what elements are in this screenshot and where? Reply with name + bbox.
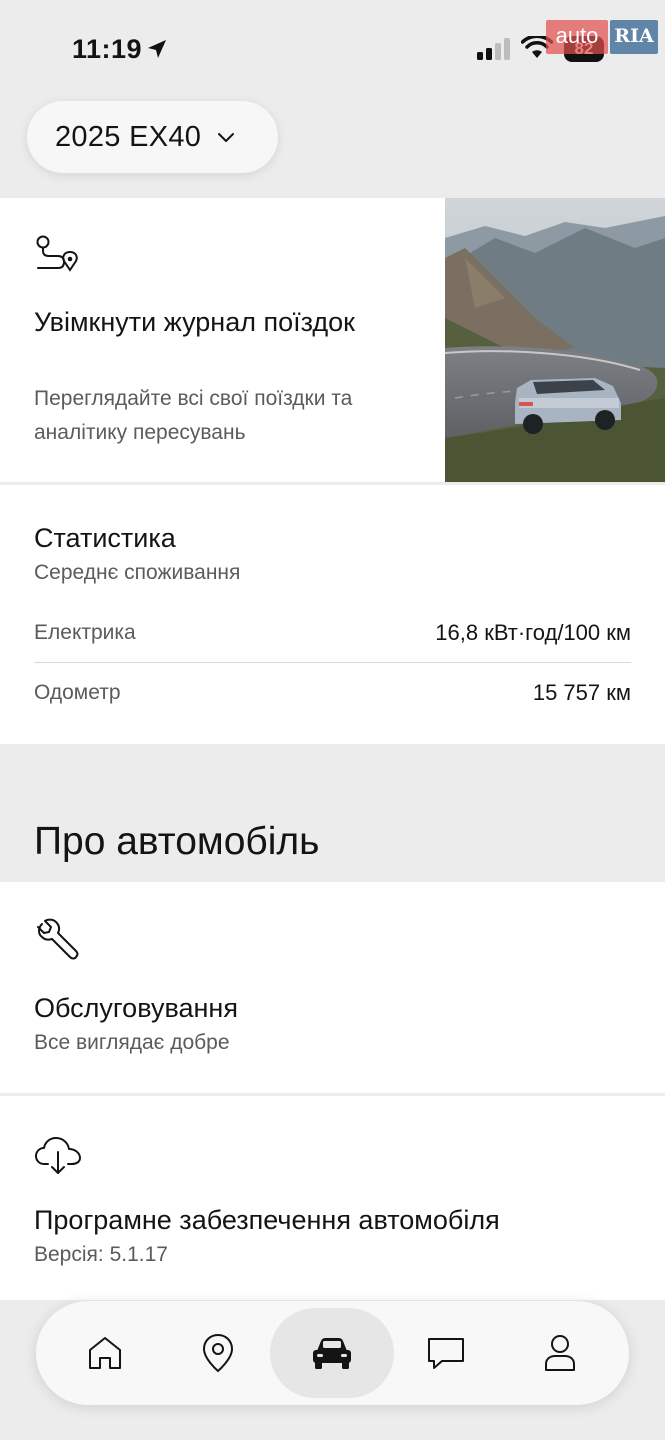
statistics-subtitle: Середнє споживання bbox=[34, 561, 241, 584]
stat-row-electricity: Електрика 16,8 кВт·год/100 км bbox=[34, 603, 631, 663]
nav-home[interactable] bbox=[43, 1308, 167, 1398]
chevron-down-icon bbox=[218, 133, 235, 142]
nav-messages[interactable] bbox=[384, 1308, 508, 1398]
about-car-heading: Про автомобіль bbox=[34, 820, 320, 863]
cloud-download-icon bbox=[35, 1137, 81, 1174]
map-pin-icon bbox=[202, 1333, 234, 1373]
stat-label: Електрика bbox=[34, 620, 136, 644]
stat-value: 16,8 кВт·год/100 км bbox=[435, 619, 631, 645]
autoria-watermark: auto RIA bbox=[546, 20, 658, 54]
watermark-ria: RIA bbox=[610, 20, 658, 54]
car-on-mountain-road-photo bbox=[445, 198, 665, 482]
statistics-title: Статистика bbox=[34, 523, 176, 553]
vehicle-model-label: 2025 EX40 bbox=[55, 120, 202, 153]
home-icon bbox=[89, 1337, 121, 1369]
stat-value: 15 757 км bbox=[532, 680, 631, 705]
nav-profile[interactable] bbox=[498, 1308, 622, 1398]
profile-icon bbox=[545, 1335, 575, 1371]
trip-journal-subtitle: Переглядайте всі свої поїздки та аналіти… bbox=[34, 387, 353, 444]
watermark-auto: auto bbox=[546, 20, 608, 54]
software-version: Версія: 5.1.17 bbox=[34, 1243, 168, 1266]
location-arrow-icon bbox=[148, 40, 166, 58]
service-subtitle: Все виглядає добре bbox=[34, 1031, 230, 1054]
software-title: Програмне забезпечення автомобіля bbox=[34, 1205, 500, 1235]
cellular-signal-icon bbox=[477, 38, 510, 60]
service-card[interactable]: Обслуговування Все виглядає добре bbox=[0, 882, 665, 1093]
chat-icon bbox=[428, 1338, 464, 1369]
service-title: Обслуговування bbox=[34, 993, 238, 1023]
status-time: 11:19 bbox=[72, 34, 143, 64]
bottom-navigation bbox=[36, 1301, 629, 1405]
trip-journal-card[interactable]: Увімкнути журнал поїздок Переглядайте вс… bbox=[0, 198, 665, 482]
statistics-card[interactable]: Статистика Середнє споживання Електрика … bbox=[0, 485, 665, 744]
route-icon bbox=[36, 235, 78, 272]
nav-map[interactable] bbox=[156, 1308, 280, 1398]
car-icon bbox=[313, 1338, 351, 1369]
software-card[interactable]: Програмне забезпечення автомобіля Версія… bbox=[0, 1096, 665, 1300]
wrench-icon bbox=[37, 918, 79, 960]
vehicle-selector[interactable]: 2025 EX40 bbox=[27, 101, 278, 173]
status-bar: 11:19 82 auto RIA bbox=[0, 0, 665, 100]
stat-row-odometer: Одометр 15 757 км bbox=[34, 663, 631, 723]
trip-journal-title: Увімкнути журнал поїздок bbox=[34, 307, 355, 337]
stat-label: Одометр bbox=[34, 681, 121, 704]
nav-car[interactable] bbox=[270, 1308, 394, 1398]
